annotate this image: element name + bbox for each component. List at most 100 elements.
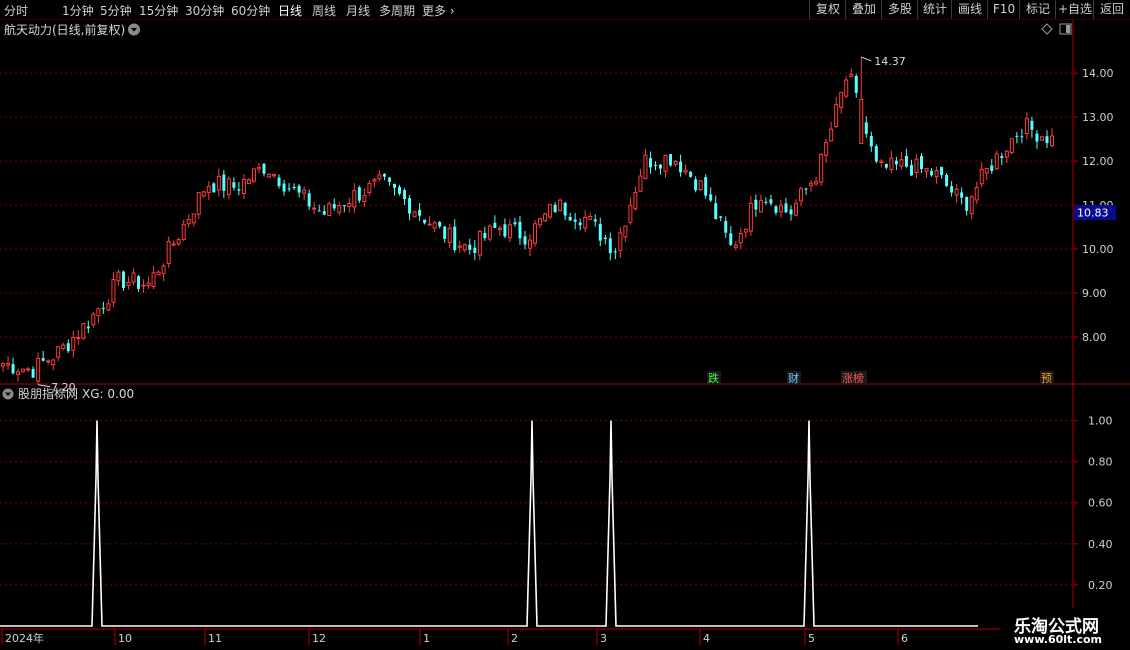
candle-body-down [518, 221, 522, 239]
candle-body-down [940, 166, 944, 176]
candle-body-up [889, 157, 894, 170]
event-tag-fall[interactable]: 跌 [707, 371, 721, 385]
candle-body-up [176, 239, 181, 245]
current-price-label: 10.83 [1077, 207, 1109, 220]
candle-body-down [704, 177, 708, 196]
candle-body-up [226, 178, 231, 196]
candle-body-up [628, 204, 633, 223]
candle-body-up [618, 232, 623, 251]
candle-body-up [256, 166, 261, 170]
candle-body-up [96, 308, 101, 317]
candle-body-down [237, 189, 241, 191]
diamond-icon[interactable] [1041, 23, 1053, 35]
candle-body-up [1039, 136, 1044, 141]
candle-body-up [337, 205, 342, 213]
candle-body-down [1020, 136, 1024, 138]
candle-body-down [66, 343, 70, 352]
indicator-dropdown-icon[interactable] [2, 388, 14, 400]
candle-body-down [503, 224, 507, 237]
candle-body-up [1, 363, 5, 367]
candle-body-down [1035, 133, 1039, 142]
price-tick-label: 9.00 [1082, 287, 1107, 300]
candle-body-down [593, 219, 597, 222]
panel-toggle-icon[interactable] [1059, 23, 1072, 35]
candle-body-down [513, 222, 517, 225]
candle-body-up [151, 272, 156, 288]
candle-body-up [839, 91, 844, 108]
candle-body-down [854, 76, 858, 93]
candle-body-down [382, 173, 386, 177]
event-tag-forecast-label: 预 [1041, 372, 1052, 385]
candle-body-up [738, 233, 743, 244]
candle-body-up [477, 230, 482, 256]
candle-body-up [372, 178, 377, 182]
candle-body-down [292, 186, 296, 189]
indicator-tick-label: 0.40 [1088, 538, 1113, 551]
candle-body-up [794, 203, 799, 216]
indicator-readout: XG: 0.00 [82, 387, 134, 401]
event-tag-finance[interactable]: 财 [787, 371, 801, 385]
time-tick-label: 11 [208, 632, 222, 645]
candle-body-down [864, 122, 868, 134]
candle-body-up [267, 173, 272, 178]
main-panel-dropdown-icon[interactable] [128, 23, 140, 36]
candle-body-down [222, 174, 226, 191]
indicator-panel-title: 股朋指标网 [18, 386, 78, 401]
candle-body-up [146, 282, 151, 286]
candle-body-up [733, 244, 738, 248]
candle-body-up [984, 168, 989, 174]
candle-body-up [673, 160, 678, 165]
candle-body-down [804, 188, 808, 190]
candle-body-down [438, 222, 442, 227]
candle-body-up [814, 181, 819, 185]
candle-body-up [36, 357, 41, 382]
candle-body-up [849, 74, 854, 77]
candle-body-up [56, 346, 61, 358]
candle-body-down [608, 238, 612, 254]
candle-body-up [1024, 118, 1029, 135]
candle-body-down [724, 220, 728, 233]
candle-body-up [427, 223, 432, 226]
event-tag-forecast[interactable]: 预 [1040, 371, 1054, 385]
max-price-label: 14.37 [874, 55, 906, 68]
max-price-annotation: 14.37 [861, 55, 906, 68]
candle-body-up [196, 192, 201, 215]
candle-body-down [694, 179, 698, 191]
candle-body-up [748, 203, 753, 232]
candle-body-down [212, 183, 216, 193]
candle-body-down [659, 164, 663, 169]
event-tag-rise-rank[interactable]: 涨榜 [841, 371, 867, 385]
candle-body-down [960, 192, 964, 198]
candle-body-up [16, 371, 21, 376]
xg-series-line [0, 420, 978, 627]
candle-body-up [21, 368, 26, 372]
candle-body-up [663, 154, 668, 172]
candle-body-down [920, 155, 924, 170]
candle-body-up [116, 271, 121, 282]
candle-body-down [11, 364, 15, 374]
candle-body-down [1015, 135, 1019, 137]
candle-body-up [171, 243, 176, 246]
candle-body-up [778, 204, 783, 213]
candle-body-down [729, 233, 733, 245]
candle-body-up [206, 185, 211, 193]
candle-body-up [272, 173, 277, 177]
price-tick-label: 14.00 [1082, 67, 1114, 80]
candle-body-up [51, 359, 56, 366]
candle-body-down [719, 216, 723, 218]
candle-body-up [638, 175, 643, 192]
candle-body-down [468, 244, 472, 250]
candle-body-down [965, 196, 969, 211]
candle-body-up [186, 219, 191, 225]
candle-body-down [41, 358, 45, 361]
time-tick-label: 10 [118, 632, 132, 645]
candle-body-down [137, 276, 141, 289]
candle-body-up [969, 196, 974, 215]
candle-body-up [181, 223, 186, 240]
candle-body-up [583, 216, 588, 229]
candle-body-down [945, 174, 949, 187]
chart-canvas: 8.009.0010.0011.0012.0013.0014.00 0.200.… [0, 20, 1130, 645]
candle-body-down [603, 237, 607, 240]
time-tick-label: 12 [312, 632, 326, 645]
candle-body-up [633, 192, 638, 210]
